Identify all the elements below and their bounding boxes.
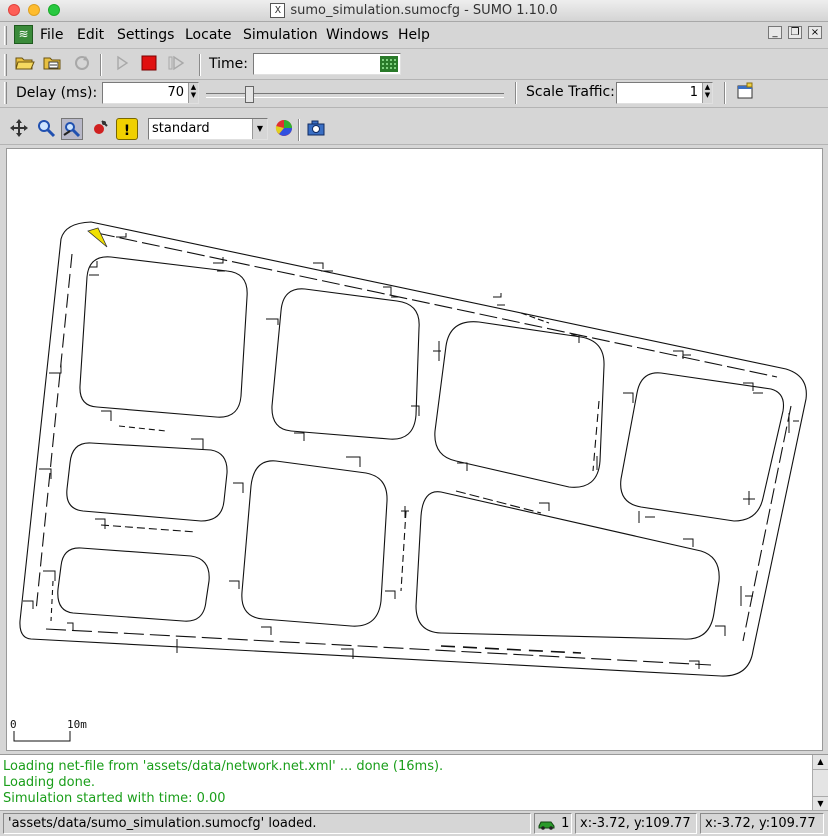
x11-icon: X [270, 3, 286, 18]
menu-grip[interactable] [4, 26, 7, 45]
new-window-icon[interactable] [734, 82, 756, 104]
menu-edit[interactable]: Edit [77, 27, 104, 43]
network-outer-boundary [19, 221, 807, 677]
scroll-down-icon[interactable]: ▼ [813, 796, 828, 811]
delay-toolbar: Delay (ms): 70 ▲ ▼ Scale Traffic: 1 ▲ ▼ [0, 80, 828, 108]
sumo-app-icon: ≋ [14, 25, 33, 44]
chevron-down-icon[interactable]: ▼ [252, 119, 267, 139]
scale-traffic-value: 1 [689, 85, 698, 100]
mdi-restore-icon[interactable]: ❐ [788, 26, 802, 39]
menu-settings[interactable]: Settings [117, 27, 174, 43]
toolbar-separator [199, 54, 201, 76]
vehicle-count: 1 [561, 816, 570, 831]
menu-file[interactable]: File [40, 27, 63, 43]
locate-poi-icon[interactable]: ! [116, 118, 138, 140]
city-block [620, 372, 785, 522]
reload-icon[interactable] [71, 54, 93, 76]
city-block [241, 460, 388, 627]
toolbar-grip[interactable] [4, 54, 7, 76]
locate-vehicle-icon[interactable] [89, 118, 111, 140]
time-mode-icon[interactable] [380, 56, 398, 72]
color-scheme-select[interactable]: standard ▼ [148, 118, 268, 140]
vehicle-marker [87, 227, 108, 248]
log-line: Simulation started with time: 0.00 [3, 791, 226, 806]
toolbar-separator [515, 82, 517, 104]
status-bar: 'assets/data/sumo_simulation.sumocfg' lo… [0, 810, 828, 836]
scale-traffic-spinner[interactable]: 1 ▲ ▼ [616, 82, 713, 104]
menu-help[interactable]: Help [398, 27, 430, 43]
road-network-canvas[interactable]: 0 10m [7, 149, 822, 750]
city-block [57, 547, 210, 622]
visualization-settings-icon[interactable] [273, 118, 295, 140]
scale-bar [13, 731, 71, 742]
file-toolbar: Time: [0, 50, 828, 80]
simulation-view[interactable]: 0 10m [6, 148, 823, 751]
menu-simulation[interactable]: Simulation [243, 27, 318, 43]
scroll-up-icon[interactable]: ▲ [813, 755, 828, 770]
toolbar-grip[interactable] [4, 82, 7, 104]
city-block [415, 491, 720, 640]
toolbar-separator [100, 54, 102, 76]
menu-windows[interactable]: Windows [326, 27, 389, 43]
scale-length-label: 10m [67, 718, 87, 731]
scale-spin-buttons[interactable]: ▲ ▼ [702, 83, 712, 103]
delay-value: 70 [167, 85, 184, 100]
city-block [271, 288, 420, 440]
screenshot-icon[interactable] [305, 118, 327, 140]
recenter-view-icon[interactable] [8, 118, 30, 140]
mdi-minimize-icon[interactable]: _ [768, 26, 782, 39]
open-simulation-icon[interactable] [14, 54, 36, 76]
delay-spinner[interactable]: 70 ▲ ▼ [102, 82, 199, 104]
time-display [253, 53, 401, 75]
toolbar-separator [724, 82, 726, 104]
mdi-close-icon[interactable]: × [808, 26, 822, 39]
delay-label: Delay (ms): [16, 85, 98, 101]
delay-slider-track[interactable] [206, 86, 504, 103]
window-titlebar: Xsumo_simulation.sumocfg - SUMO 1.10.0 [0, 0, 828, 22]
run-icon[interactable] [111, 54, 133, 76]
delay-slider-thumb[interactable] [245, 86, 254, 103]
message-log[interactable]: Loading net-file from 'assets/data/netwo… [0, 754, 828, 811]
city-block [434, 321, 605, 488]
locate-junction-icon[interactable] [61, 118, 83, 140]
toolbar-separator [298, 119, 300, 141]
menu-bar: ≋ File Edit Settings Locate Simulation W… [0, 23, 828, 49]
geo-coordinates: x:-3.72, y:109.77 [700, 813, 824, 834]
step-icon[interactable] [165, 54, 187, 76]
scale-zero-label: 0 [10, 718, 17, 731]
color-scheme-value: standard [152, 121, 210, 136]
log-line: Loading net-file from 'assets/data/netwo… [3, 759, 444, 774]
view-toolbar: ! standard ▼ [0, 113, 828, 145]
net-coordinates: x:-3.72, y:109.77 [575, 813, 697, 834]
window-title-wrap: Xsumo_simulation.sumocfg - SUMO 1.10.0 [0, 3, 828, 18]
city-block [66, 442, 228, 522]
log-line: Loading done. [3, 775, 95, 790]
window-title: sumo_simulation.sumocfg - SUMO 1.10.0 [290, 3, 558, 18]
menu-locate[interactable]: Locate [185, 27, 232, 43]
vehicle-counter: 1 [534, 813, 572, 834]
time-label: Time: [209, 56, 248, 72]
car-icon [538, 821, 555, 830]
delay-spin-buttons[interactable]: ▲ ▼ [188, 83, 198, 103]
status-message: 'assets/data/sumo_simulation.sumocfg' lo… [3, 813, 531, 834]
log-scrollbar[interactable]: ▲ ▼ [812, 755, 828, 811]
city-block [79, 256, 248, 418]
scale-traffic-label: Scale Traffic: [526, 84, 615, 100]
open-network-icon[interactable] [42, 54, 64, 76]
stop-icon[interactable] [138, 54, 160, 76]
zoom-icon[interactable] [35, 118, 57, 140]
